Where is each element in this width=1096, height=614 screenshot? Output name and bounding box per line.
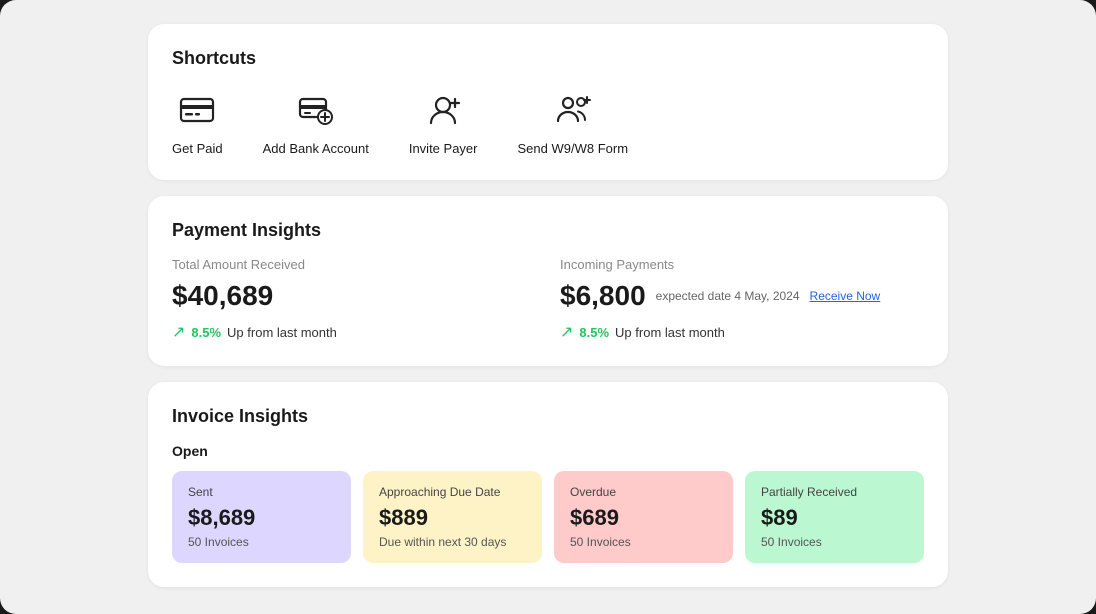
trend-percent-1: 8.5% bbox=[191, 325, 221, 340]
approaching-sub: Due within next 30 days bbox=[379, 535, 526, 549]
main-content: Shortcuts Get Paid bbox=[148, 24, 948, 587]
invoice-card-approaching[interactable]: Approaching Due Date $889 Due within nex… bbox=[363, 471, 542, 563]
shortcut-invite-payer[interactable]: Invite Payer bbox=[409, 85, 478, 156]
insights-grid: Total Amount Received $40,689 ↗ 8.5% Up … bbox=[172, 257, 924, 342]
incoming-payments-label: Incoming Payments bbox=[560, 257, 924, 272]
shortcuts-title: Shortcuts bbox=[172, 48, 924, 69]
shortcut-send-w9[interactable]: Send W9/W8 Form bbox=[518, 85, 629, 156]
approaching-amount: $889 bbox=[379, 505, 526, 531]
sent-amount: $8,689 bbox=[188, 505, 335, 531]
total-received-trend: ↗ 8.5% Up from last month bbox=[172, 322, 536, 342]
trend-up-icon-2: ↗ bbox=[560, 322, 573, 342]
add-bank-icon bbox=[292, 85, 340, 133]
payment-insights-title: Payment Insights bbox=[172, 220, 924, 241]
approaching-label: Approaching Due Date bbox=[379, 485, 526, 499]
shortcut-invite-payer-label: Invite Payer bbox=[409, 141, 478, 156]
trend-up-icon-1: ↗ bbox=[172, 322, 185, 342]
invoice-card-overdue[interactable]: Overdue $689 50 Invoices bbox=[554, 471, 733, 563]
invoice-card-partial[interactable]: Partially Received $89 50 Invoices bbox=[745, 471, 924, 563]
receive-now-link[interactable]: Receive Now bbox=[810, 289, 881, 303]
shortcut-add-bank-label: Add Bank Account bbox=[263, 141, 369, 156]
incoming-trend: ↗ 8.5% Up from last month bbox=[560, 322, 924, 342]
invoice-insights-card: Invoice Insights Open Sent $8,689 50 Inv… bbox=[148, 382, 948, 587]
partial-amount: $89 bbox=[761, 505, 908, 531]
total-received-section: Total Amount Received $40,689 ↗ 8.5% Up … bbox=[172, 257, 536, 342]
trend-text-2: Up from last month bbox=[615, 325, 725, 340]
shortcut-send-w9-label: Send W9/W8 Form bbox=[518, 141, 629, 156]
partial-sub: 50 Invoices bbox=[761, 535, 908, 549]
sent-sub: 50 Invoices bbox=[188, 535, 335, 549]
overdue-amount: $689 bbox=[570, 505, 717, 531]
send-w9-icon bbox=[549, 85, 597, 133]
overdue-label: Overdue bbox=[570, 485, 717, 499]
incoming-amount-row: $6,800 expected date 4 May, 2024 Receive… bbox=[560, 280, 924, 312]
shortcuts-card: Shortcuts Get Paid bbox=[148, 24, 948, 180]
incoming-amount: $6,800 bbox=[560, 280, 646, 312]
shortcut-get-paid[interactable]: Get Paid bbox=[172, 85, 223, 156]
payment-insights-card: Payment Insights Total Amount Received $… bbox=[148, 196, 948, 366]
shortcuts-grid: Get Paid Add Bank Accoun bbox=[172, 85, 924, 156]
invoice-open-label: Open bbox=[172, 443, 924, 459]
trend-text-1: Up from last month bbox=[227, 325, 337, 340]
incoming-payments-section: Incoming Payments $6,800 expected date 4… bbox=[560, 257, 924, 342]
get-paid-icon bbox=[173, 85, 221, 133]
sent-label: Sent bbox=[188, 485, 335, 499]
invoice-card-sent[interactable]: Sent $8,689 50 Invoices bbox=[172, 471, 351, 563]
page-container: Shortcuts Get Paid bbox=[0, 0, 1096, 614]
overdue-sub: 50 Invoices bbox=[570, 535, 717, 549]
total-received-label: Total Amount Received bbox=[172, 257, 536, 272]
invoice-cards-grid: Sent $8,689 50 Invoices Approaching Due … bbox=[172, 471, 924, 563]
shortcut-add-bank[interactable]: Add Bank Account bbox=[263, 85, 369, 156]
expected-date-text: expected date 4 May, 2024 bbox=[656, 289, 800, 303]
shortcut-get-paid-label: Get Paid bbox=[172, 141, 223, 156]
invite-payer-icon bbox=[419, 85, 467, 133]
total-received-amount: $40,689 bbox=[172, 280, 536, 312]
partial-label: Partially Received bbox=[761, 485, 908, 499]
trend-percent-2: 8.5% bbox=[579, 325, 609, 340]
invoice-insights-title: Invoice Insights bbox=[172, 406, 924, 427]
